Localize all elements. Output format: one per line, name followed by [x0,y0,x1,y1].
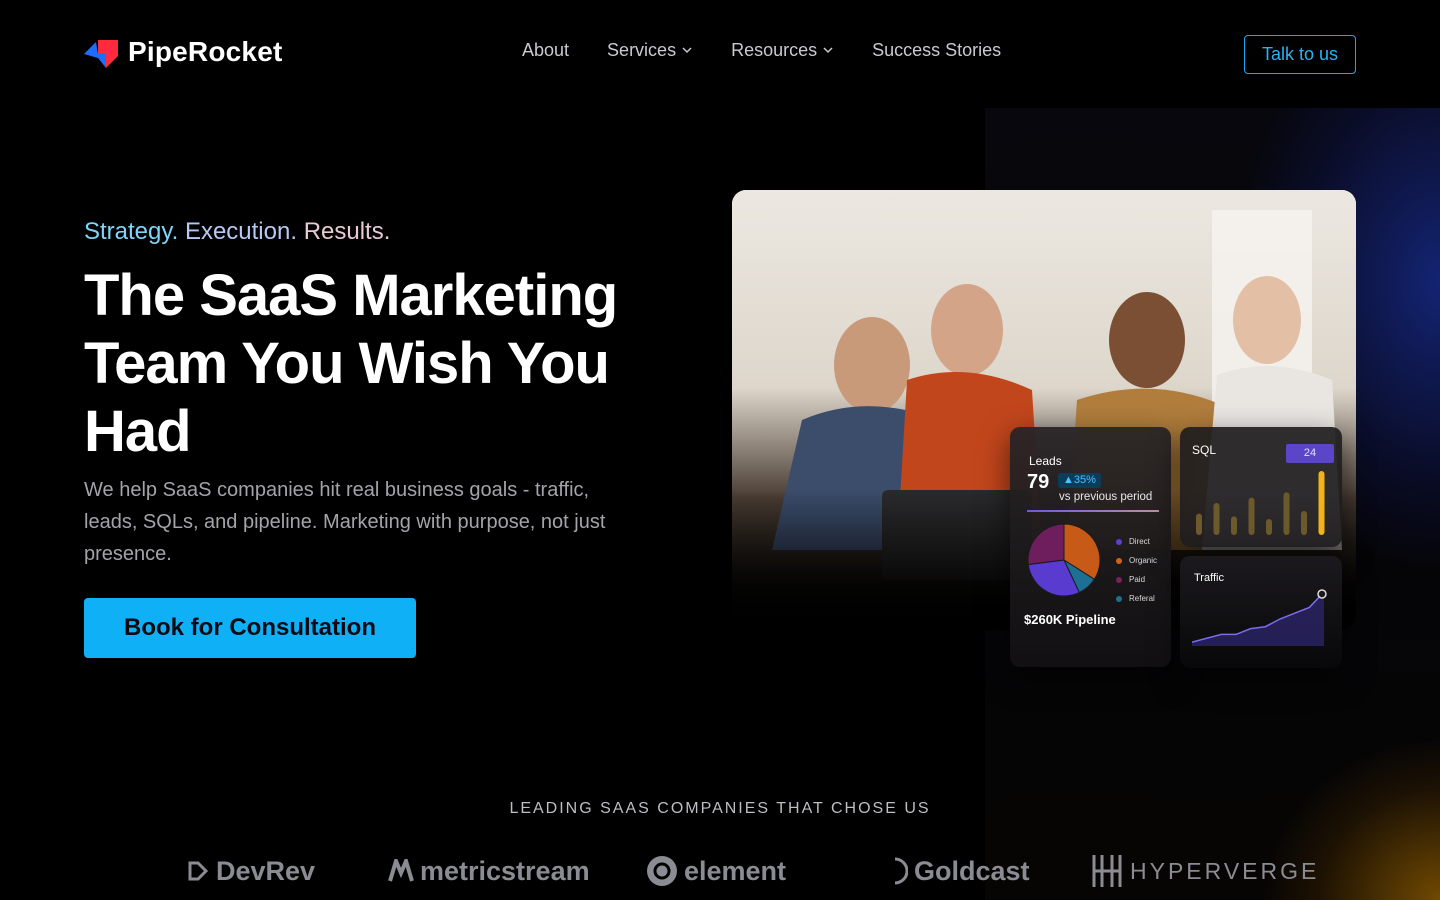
sql-bar [1301,511,1307,535]
hero-subcopy: We help SaaS companies hit real business… [84,479,606,565]
logo-label: HYPERVERGE [1130,857,1320,884]
brand-name: PipeRocket [128,36,283,67]
legend-label: Referal [1129,594,1155,603]
sql-bar [1196,513,1202,535]
legend-label: Direct [1129,537,1150,546]
logo-label: Goldcast [914,855,1030,886]
book-consultation-button[interactable]: Book for Consultation [84,598,416,658]
nav-links: About Services Resources Success Stories [522,36,1039,64]
leads-legend: Direct Organic Paid Referal [1116,532,1157,608]
devrev-icon [188,861,209,881]
element-icon [647,856,677,886]
logo-element: element [646,850,786,892]
legend-swatch [1116,576,1122,583]
leads-value: 79 [1027,471,1050,493]
logo-goldcast: Goldcast [892,850,1030,892]
nav-item-resources[interactable]: Resources [731,40,834,61]
leads-change-badge: ▲35% [1058,473,1101,488]
pie-slice-paid [1027,523,1065,566]
legend-item: Paid [1116,570,1157,589]
nav-item-success-stories[interactable]: Success Stories [872,40,1001,61]
legend-item: Direct [1116,532,1157,551]
legend-label: Organic [1129,556,1158,565]
tagline-strategy: Strategy. [84,218,179,245]
chevron-down-icon [823,47,833,54]
traffic-card: Traffic [1180,556,1342,668]
sql-bar [1231,516,1237,535]
logos-heading: LEADING SAAS COMPANIES THAT CHOSE US [509,800,931,817]
logo-label: metricstream [420,855,590,886]
leads-title: Leads [1029,454,1062,468]
hero-tagline: Strategy. Execution. Results. [84,218,390,246]
nav-item-about[interactable]: About [522,40,569,61]
nav-item-services[interactable]: Services [607,40,693,61]
traffic-line-chart [1192,589,1327,646]
nav-item-label: Services [607,39,677,60]
sql-bar [1213,503,1220,535]
nav-item-label: Resources [731,39,818,60]
brand-logo[interactable]: PipeRocket [84,34,283,70]
sql-bar [1266,519,1272,535]
legend-item: Referal [1116,589,1157,608]
chevron-down-icon [682,47,692,54]
pipeline-value: $260K Pipeline [1024,612,1116,627]
sql-badge: 24 [1286,444,1334,463]
hero-headline: The SaaS Marketing Team You Wish You Had [84,263,618,464]
sql-bar [1283,492,1290,535]
legend-item: Organic [1116,551,1157,570]
logo-label: element [684,855,787,886]
nav-item-label: About [522,39,570,60]
traffic-title: Traffic [1194,572,1224,584]
logo-metricstream: metricstream [388,850,590,892]
logo-devrev: DevRev [186,850,315,892]
metricstream-icon [388,859,414,882]
leads-comparison: vs previous period [1059,491,1153,503]
sql-bar-chart [1196,471,1325,535]
sql-card: SQL 24 [1180,427,1342,547]
rocket-logo-icon [84,40,118,68]
sql-bar [1248,497,1255,535]
tagline-execution: Execution. [184,218,298,245]
legend-swatch [1116,557,1122,564]
traffic-area [1192,592,1324,646]
goldcast-icon [894,857,908,885]
hyperverge-icon [1092,855,1122,887]
talk-to-us-button[interactable]: Talk to us [1244,35,1356,74]
legend-swatch [1116,595,1122,602]
leads-divider [1027,510,1159,512]
legend-label: Paid [1129,575,1146,584]
leads-pie-chart [1027,523,1101,597]
legend-swatch [1116,538,1122,545]
nav-item-label: Success Stories [872,39,1002,60]
leads-card: Leads 79 ▲35% vs previous period Direct … [1010,427,1171,667]
logo-label: DevRev [216,855,316,886]
logo-hyperverge: HYPERVERGE [1090,850,1319,892]
sql-bar [1318,471,1325,535]
sql-title: SQL [1192,443,1217,457]
tagline-results: Results. [303,218,391,245]
top-nav: PipeRocket About Services Resources Succ… [0,0,1440,108]
traffic-endpoint [1317,589,1327,599]
